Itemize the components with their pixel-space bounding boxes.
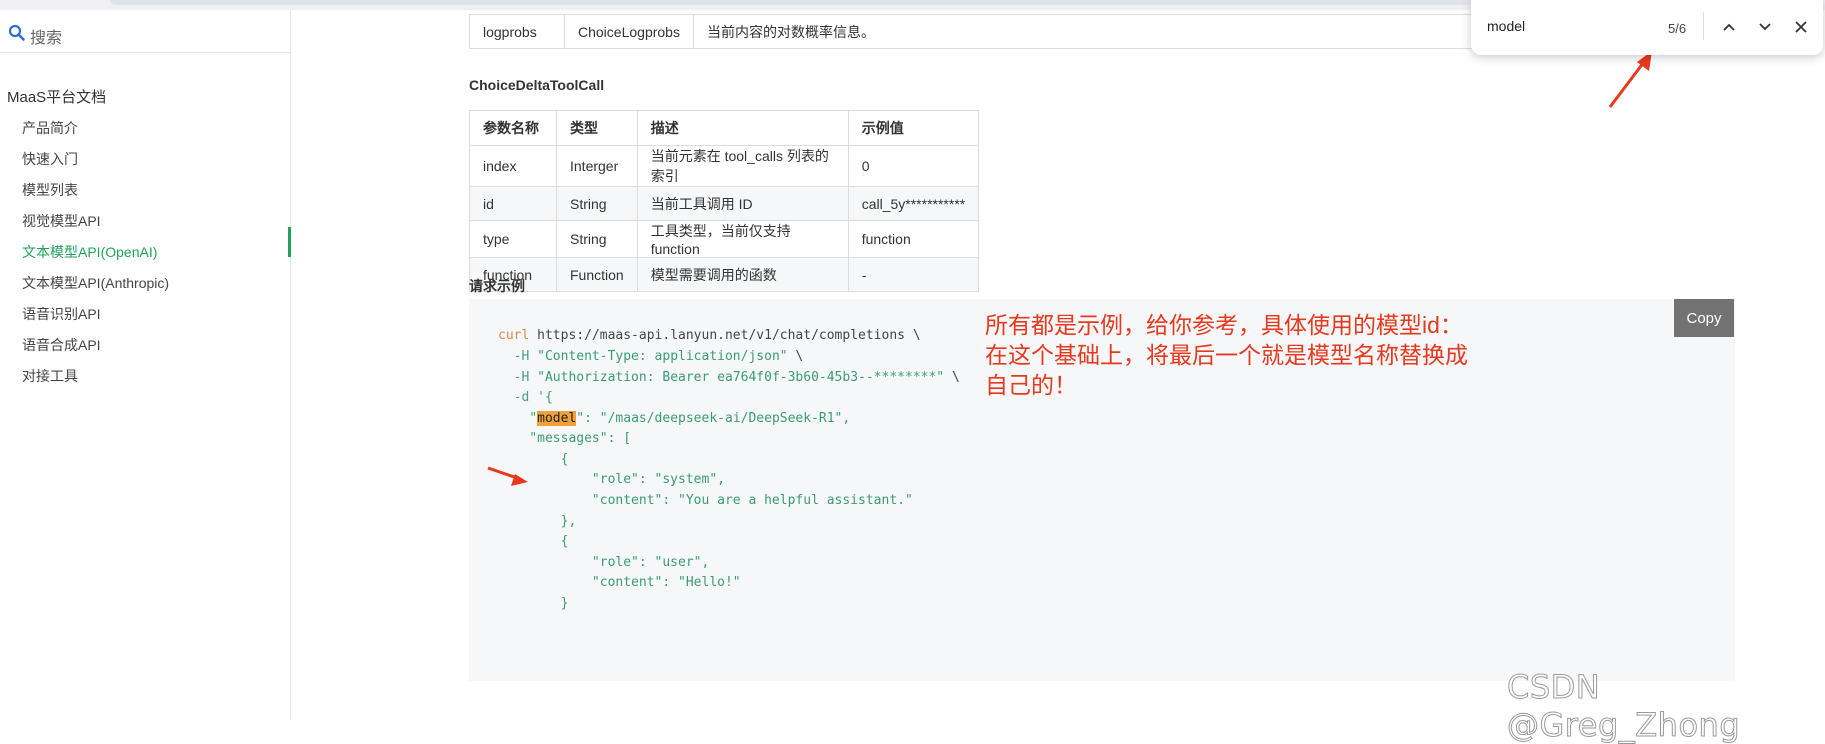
code-line: { <box>498 452 569 467</box>
copy-button[interactable]: Copy <box>1674 299 1734 337</box>
code-token: -d <box>498 390 530 405</box>
annotation-note: 所有都是示例，给你参考，具体使用的模型id： 在这个基础上，将最后一个就是模型名… <box>985 310 1468 400</box>
chevron-up-icon <box>1723 23 1735 31</box>
section-heading-tool-call: ChoiceDeltaToolCall <box>469 77 605 93</box>
code-line: curl https://maas-api.lanyun.net/v1/chat… <box>498 328 921 343</box>
table-cell: String <box>556 220 638 258</box>
find-previous-button[interactable] <box>1716 14 1742 40</box>
sidebar-item-text-api-openai[interactable]: 文本模型API(OpenAI) <box>22 242 157 262</box>
table-cell: - <box>847 257 980 292</box>
table-row: index Interger 当前元素在 tool_calls 列表的索引 0 <box>469 145 980 187</box>
code-token: '{ <box>529 390 553 405</box>
tool-call-table: 参数名称 类型 描述 示例值 index Interger 当前元素在 tool… <box>469 110 980 292</box>
code-line: "model": "/maas/deepseek-ai/DeepSeek-R1"… <box>498 411 850 426</box>
table-row: id String 当前工具调用 ID call_5y*********** <box>469 186 980 221</box>
browser-tab-strip <box>110 0 1490 5</box>
annotation-line: 所有都是示例，给你参考，具体使用的模型id： <box>985 312 1463 338</box>
code-line: }, <box>498 514 577 529</box>
table-cell: 模型需要调用的函数 <box>636 257 849 292</box>
code-token: "Authorization: Bearer ea764f0f-3b60-45b… <box>529 370 945 385</box>
code-line: "content": "Hello!" <box>498 575 741 590</box>
find-close-button[interactable] <box>1788 14 1814 40</box>
sidebar: 搜索 MaaS平台文档 产品简介 快速入门 模型列表 视觉模型API 文本模型A… <box>0 10 291 720</box>
code-token: \ <box>944 370 960 385</box>
table-cell: function <box>847 220 980 258</box>
nav-title: MaaS平台文档 <box>7 89 107 106</box>
table-cell: Function <box>556 257 638 292</box>
code-line: } <box>498 596 569 611</box>
section-heading-request-example: 请求示例 <box>469 278 525 294</box>
sidebar-item-quick-start[interactable]: 快速入门 <box>22 149 78 169</box>
code-token: " <box>498 411 538 426</box>
watermark: CSDN @Greg_Zhong <box>1507 668 1741 744</box>
sidebar-item-integration-tools[interactable]: 对接工具 <box>22 366 78 386</box>
column-header: 参数名称 <box>469 110 557 146</box>
sidebar-item-model-list[interactable]: 模型列表 <box>22 180 78 200</box>
table-cell: logprobs <box>469 14 565 49</box>
table-cell: index <box>469 145 557 187</box>
sidebar-search[interactable]: 搜索 <box>0 10 290 53</box>
table-cell: 当前元素在 tool_calls 列表的索引 <box>636 145 849 187</box>
code-line: "role": "system", <box>498 472 725 487</box>
table-header-row: 参数名称 类型 描述 示例值 <box>469 110 980 146</box>
table-cell: type <box>469 220 557 258</box>
find-input[interactable] <box>1487 18 1637 34</box>
search-highlight: model <box>537 411 577 426</box>
table-cell: 当前工具调用 ID <box>636 186 849 221</box>
annotation-line: 自己的！ <box>985 372 1077 398</box>
code-line: "content": "You are a helpful assistant.… <box>498 493 913 508</box>
code-token: \ <box>787 349 804 364</box>
sidebar-item-vision-api[interactable]: 视觉模型API <box>22 211 101 231</box>
find-match-count: 5/6 <box>1668 21 1687 36</box>
table-cell: String <box>556 186 638 221</box>
table-cell: call_5y*********** <box>847 186 980 221</box>
code-token: "Content-Type: application/json" <box>529 349 788 364</box>
table-cell: Interger <box>556 145 638 187</box>
table-cell: 工具类型，当前仅支持function <box>636 220 849 258</box>
sidebar-item-text-api-anthropic[interactable]: 文本模型API(Anthropic) <box>22 273 169 293</box>
column-header: 示例值 <box>847 110 980 146</box>
top-table: logprobs ChoiceLogprobs 当前内容的对数概率信息。 <box>469 14 1481 49</box>
code-line: -d '{ <box>498 390 553 405</box>
table-row: logprobs ChoiceLogprobs 当前内容的对数概率信息。 <box>469 14 1481 49</box>
code-line: "messages": [ <box>498 431 632 446</box>
code-line: "role": "user", <box>498 555 710 570</box>
table-row: function Function 模型需要调用的函数 - <box>469 257 980 292</box>
table-cell: id <box>469 186 557 221</box>
find-next-button[interactable] <box>1752 14 1778 40</box>
code-token: https://maas-api.lanyun.net/v1/chat/comp… <box>529 328 921 343</box>
code-token: ": "/maas/deepseek-ai/DeepSeek-R1", <box>576 411 851 426</box>
search-icon <box>8 24 26 42</box>
annotation-line: 在这个基础上，将最后一个就是模型名称替换成 <box>985 342 1468 368</box>
sidebar-item-tts-api[interactable]: 语音合成API <box>22 335 101 355</box>
chevron-down-icon <box>1759 23 1771 31</box>
close-icon <box>1795 21 1807 33</box>
table-cell: 当前内容的对数概率信息。 <box>692 14 1481 49</box>
code-token: curl <box>498 328 530 343</box>
table-cell: ChoiceLogprobs <box>564 14 694 49</box>
code-line: -H "Content-Type: application/json" \ <box>498 349 804 364</box>
divider <box>1703 12 1704 40</box>
table-cell: 0 <box>847 145 980 187</box>
code-token: -H <box>498 349 530 364</box>
find-in-page-bar: 5/6 <box>1471 0 1823 55</box>
code-line: { <box>498 534 569 549</box>
column-header: 描述 <box>636 110 849 146</box>
active-indicator <box>288 227 291 257</box>
column-header: 类型 <box>556 110 638 146</box>
sidebar-item-asr-api[interactable]: 语音识别API <box>22 304 101 324</box>
code-line: -H "Authorization: Bearer ea764f0f-3b60-… <box>498 370 960 385</box>
search-placeholder: 搜索 <box>30 30 63 47</box>
table-row: type String 工具类型，当前仅支持function function <box>469 220 980 258</box>
sidebar-item-product-intro[interactable]: 产品简介 <box>22 118 78 138</box>
code-token: -H <box>498 370 530 385</box>
